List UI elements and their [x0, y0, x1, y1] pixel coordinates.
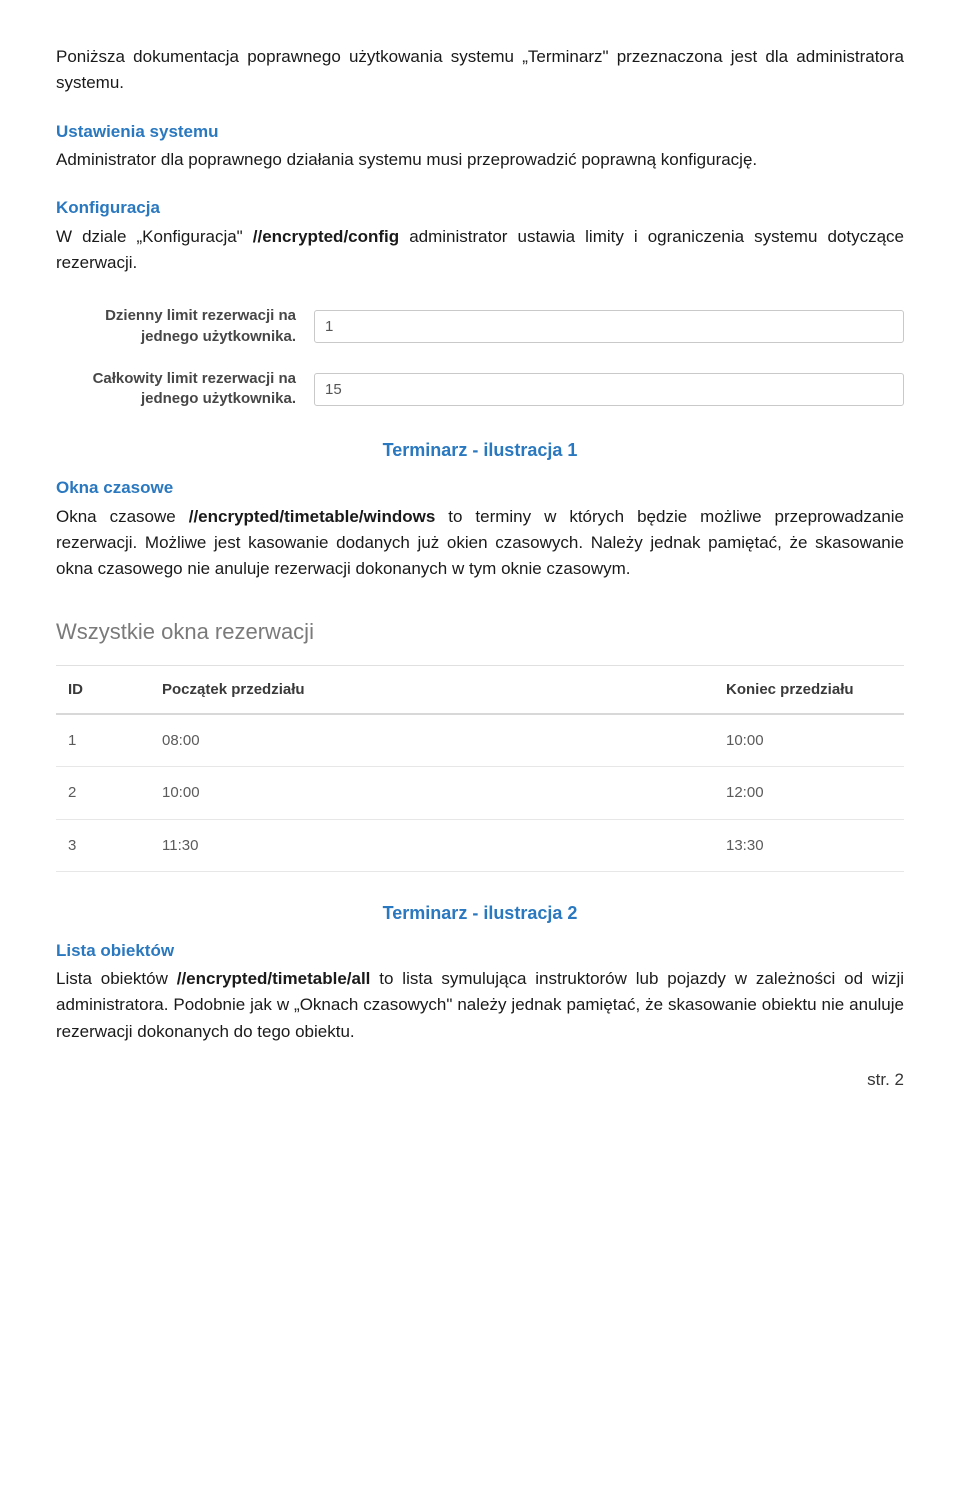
label-total-limit: Całkowity limit rezerwacji na jednego uż… [56, 369, 314, 410]
config-body-pre: W dziale „Konfiguracja" [56, 227, 253, 246]
config-body: W dziale „Konfiguracja" //encrypted/conf… [56, 224, 904, 277]
objects-body-pre: Lista obiektów [56, 969, 177, 988]
cell-id: 3 [56, 819, 150, 871]
heading-config: Konfiguracja [56, 195, 904, 221]
cell-id: 2 [56, 767, 150, 819]
cell-start: 08:00 [150, 714, 714, 767]
col-start: Początek przedziału [150, 665, 714, 714]
heading-timewindows: Okna czasowe [56, 475, 904, 501]
intro-paragraph: Poniższa dokumentacja poprawnego użytkow… [56, 44, 904, 97]
input-total-limit[interactable] [314, 373, 904, 406]
reservation-windows-table: ID Początek przedziału Koniec przedziału… [56, 665, 904, 872]
label-daily-limit: Dzienny limit rezerwacji na jednego użyt… [56, 306, 314, 347]
cell-start: 10:00 [150, 767, 714, 819]
heading-settings: Ustawienia systemu [56, 119, 904, 145]
settings-body: Administrator dla poprawnego działania s… [56, 147, 904, 173]
objects-body: Lista obiektów //encrypted/timetable/all… [56, 966, 904, 1045]
timewindows-body: Okna czasowe //encrypted/timetable/windo… [56, 504, 904, 583]
caption-illustration-1: Terminarz - ilustracja 1 [56, 437, 904, 465]
table-row: 1 08:00 10:00 [56, 714, 904, 767]
table-row: 3 11:30 13:30 [56, 819, 904, 871]
timewindows-body-path: //encrypted/timetable/windows [189, 507, 436, 526]
input-daily-limit[interactable] [314, 310, 904, 343]
config-body-path: //encrypted/config [253, 227, 399, 246]
objects-body-path: //encrypted/timetable/all [177, 969, 371, 988]
cell-id: 1 [56, 714, 150, 767]
heading-objects: Lista obiektów [56, 938, 904, 964]
cell-end: 13:30 [714, 819, 904, 871]
table-title: Wszystkie okna rezerwacji [56, 615, 904, 649]
table-header-row: ID Początek przedziału Koniec przedziału [56, 665, 904, 714]
cell-start: 11:30 [150, 819, 714, 871]
config-row-total-limit: Całkowity limit rezerwacji na jednego uż… [56, 369, 904, 410]
illustration-1: Dzienny limit rezerwacji na jednego użyt… [56, 306, 904, 409]
table-row: 2 10:00 12:00 [56, 767, 904, 819]
col-end: Koniec przedziału [714, 665, 904, 714]
col-id: ID [56, 665, 150, 714]
cell-end: 10:00 [714, 714, 904, 767]
timewindows-body-pre: Okna czasowe [56, 507, 189, 526]
config-row-daily-limit: Dzienny limit rezerwacji na jednego użyt… [56, 306, 904, 347]
cell-end: 12:00 [714, 767, 904, 819]
page-number: str. 2 [56, 1067, 904, 1093]
caption-illustration-2: Terminarz - ilustracja 2 [56, 900, 904, 928]
